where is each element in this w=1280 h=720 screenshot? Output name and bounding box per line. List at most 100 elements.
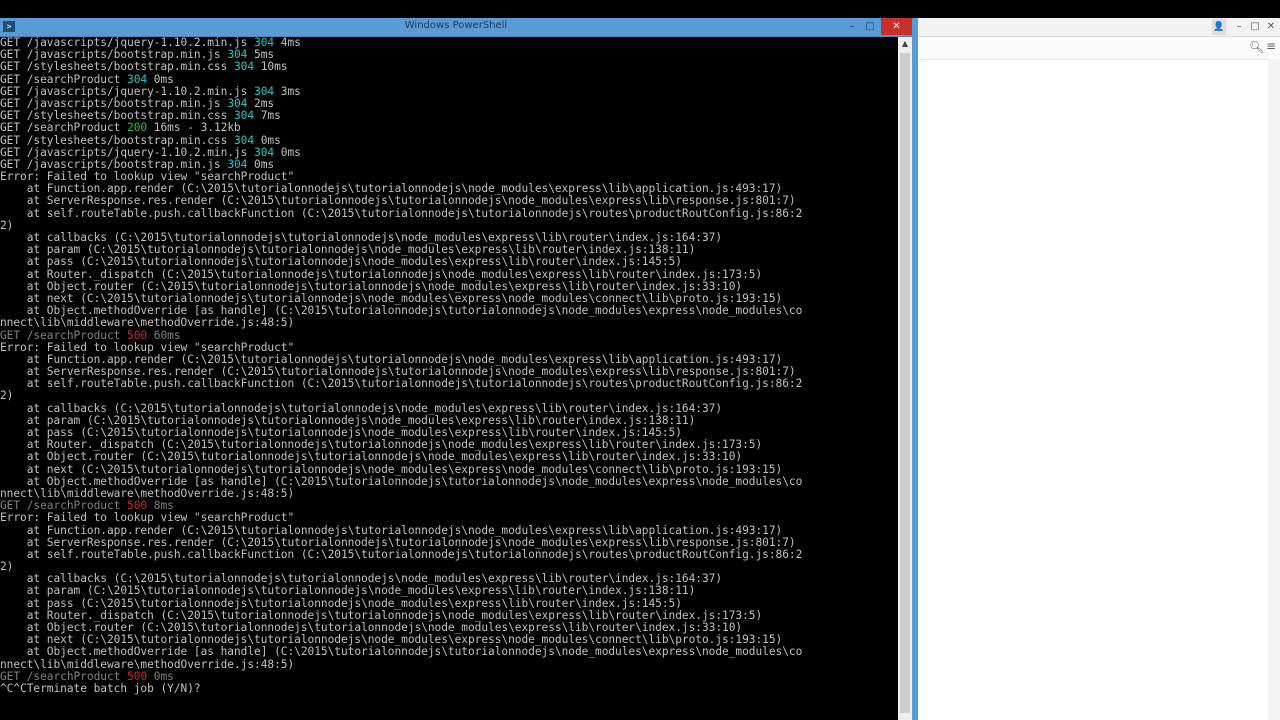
- status-code: 304: [254, 37, 275, 49]
- console-text: Error: Failed to lookup view "searchProd…: [0, 340, 295, 354]
- console-text: at ServerResponse.res.render (C:\2015\tu…: [0, 194, 796, 208]
- console-text: 60ms: [147, 328, 181, 342]
- console-text: nnect\lib\middleware\methodOverride.js:4…: [0, 657, 295, 671]
- console-text: at next (C:\2015\tutorialonnodejs\tutori…: [0, 633, 783, 647]
- console-text: at next (C:\2015\tutorialonnodejs\tutori…: [0, 462, 783, 476]
- console-text: at param (C:\2015\tutorialonnodejs\tutor…: [0, 243, 696, 257]
- console-text: at Router._dispatch (C:\2015\tutorialonn…: [0, 438, 763, 452]
- console-text: GET /javascripts/jquery-1.10.2.min.js: [0, 145, 255, 159]
- powershell-window[interactable]: > Windows PowerShell – □ ✕ GET /javascri…: [0, 18, 912, 720]
- status-code: 500: [127, 328, 148, 342]
- title-bar[interactable]: > Windows PowerShell – □ ✕: [0, 18, 912, 37]
- status-code: 304: [227, 48, 248, 62]
- console-text: Error: Failed to lookup view "searchProd…: [0, 170, 295, 184]
- console-text: 2ms: [247, 96, 275, 110]
- console-text: at Object.methodOverride [as handle] (C:…: [0, 474, 803, 488]
- console-text: at callbacks (C:\2015\tutorialonnodejs\t…: [0, 231, 723, 244]
- console-line: at self.routeTable.push.callbackFunction…: [0, 547, 898, 561]
- console-text: nnect\lib\middleware\methodOverride.js:4…: [0, 486, 295, 500]
- console-text: 16ms - 3.12kb: [147, 121, 241, 135]
- browser-minimize-button[interactable]: –: [1232, 19, 1246, 35]
- console-text: 2): [0, 560, 14, 574]
- console-text: at ServerResponse.res.render (C:\2015\tu…: [0, 365, 796, 379]
- console-text: GET /searchProduct: [0, 328, 128, 342]
- status-code: 304: [234, 133, 255, 147]
- console-text: nnect\lib\middleware\methodOverride.js:4…: [0, 316, 295, 330]
- console-text: GET /javascripts/jquery-1.10.2.min.js: [0, 37, 255, 49]
- console-text: at callbacks (C:\2015\tutorialonnodejs\t…: [0, 572, 723, 586]
- console-text: 2): [0, 389, 14, 403]
- console-text: at param (C:\2015\tutorialonnodejs\tutor…: [0, 413, 696, 427]
- console-text: GET /javascripts/bootstrap.min.js: [0, 48, 228, 62]
- console-text: at Router._dispatch (C:\2015\tutorialonn…: [0, 267, 763, 281]
- console-text: at Object.methodOverride [as handle] (C:…: [0, 304, 803, 318]
- console-text: at ServerResponse.res.render (C:\2015\tu…: [0, 535, 796, 549]
- console-text: 2): [0, 218, 14, 232]
- status-code: 304: [127, 72, 148, 86]
- browser-window[interactable]: 👤 – □ ✕ 🔍︎ ≡: [918, 18, 1280, 720]
- browser-toolbar: 🔍︎ ≡: [918, 37, 1280, 60]
- status-code: 200: [127, 121, 148, 135]
- console-line: ^C^CTerminate batch job (Y/N)?: [0, 681, 898, 695]
- maximize-button[interactable]: □: [862, 18, 878, 35]
- user-icon[interactable]: 👤: [1212, 19, 1226, 35]
- console-text: GET /stylesheets/bootstrap.min.css: [0, 109, 234, 123]
- console-text: at next (C:\2015\tutorialonnodejs\tutori…: [0, 291, 783, 305]
- status-code: 304: [227, 96, 248, 110]
- console-text: 0ms: [147, 72, 174, 86]
- console-text: at Object.router (C:\2015\tutorialonnode…: [0, 621, 743, 634]
- console-text: at Object.methodOverride [as handle] (C:…: [0, 645, 803, 659]
- console-text: at pass (C:\2015\tutorialonnodejs\tutori…: [0, 255, 682, 269]
- close-button[interactable]: ✕: [881, 18, 912, 35]
- console-text: at Object.router (C:\2015\tutorialonnode…: [0, 450, 743, 464]
- console-text: GET /searchProduct: [0, 499, 128, 513]
- console-text: at Function.app.render (C:\2015\tutorial…: [0, 523, 783, 537]
- console-text: 0ms: [274, 145, 301, 159]
- menu-icon[interactable]: ≡: [1266, 39, 1276, 53]
- window-title: Windows PowerShell: [404, 20, 508, 31]
- console-text: at self.routeTable.push.callbackFunction…: [0, 377, 803, 391]
- console-text: GET /javascripts/bootstrap.min.js: [0, 157, 228, 171]
- console-text: GET /searchProduct: [0, 72, 128, 86]
- console-text: at param (C:\2015\tutorialonnodejs\tutor…: [0, 584, 696, 598]
- browser-title-bar[interactable]: 👤 – □ ✕: [918, 18, 1280, 37]
- status-code: 304: [227, 157, 248, 171]
- console-text: 7ms: [254, 109, 281, 123]
- browser-maximize-button[interactable]: □: [1248, 19, 1262, 35]
- console-text: 0ms: [247, 157, 275, 171]
- console-text: 0ms: [254, 133, 281, 147]
- console-text: at Function.app.render (C:\2015\tutorial…: [0, 352, 783, 366]
- scroll-up-arrow-icon[interactable]: ▲: [898, 37, 912, 51]
- status-code: 304: [254, 84, 275, 98]
- console-text: 0ms: [147, 669, 174, 683]
- browser-close-button[interactable]: ✕: [1264, 19, 1278, 35]
- status-code: 304: [234, 109, 255, 123]
- console-text: 10ms: [254, 60, 288, 74]
- vertical-scrollbar[interactable]: ▲: [898, 37, 912, 720]
- console-text: at callbacks (C:\2015\tutorialonnodejs\t…: [0, 401, 723, 415]
- console-text: GET /stylesheets/bootstrap.min.css: [0, 133, 234, 147]
- status-code: 304: [254, 145, 275, 159]
- status-code: 304: [234, 60, 255, 74]
- console-text: ^C^CTerminate batch job (Y/N)?: [0, 681, 201, 695]
- console-text: GET /searchProduct: [0, 669, 128, 683]
- status-code: 500: [127, 499, 148, 513]
- zoom-icon[interactable]: 🔍︎: [1249, 40, 1264, 54]
- browser-scrollbar[interactable]: [1268, 59, 1280, 720]
- console-text: at Router._dispatch (C:\2015\tutorialonn…: [0, 608, 763, 622]
- console-text: GET /javascripts/bootstrap.min.js: [0, 96, 228, 110]
- minimize-button[interactable]: –: [844, 18, 860, 35]
- scrollbar-thumb[interactable]: [900, 53, 910, 713]
- status-code: 500: [127, 669, 148, 683]
- console-output[interactable]: GET /javascripts/jquery-1.10.2.min.js 30…: [0, 37, 898, 720]
- console-text: 5ms: [247, 48, 275, 62]
- console-text: at self.routeTable.push.callbackFunction…: [0, 206, 803, 220]
- console-line: at self.routeTable.push.callbackFunction…: [0, 378, 898, 390]
- console-text: Error: Failed to lookup view "searchProd…: [0, 511, 295, 525]
- console-text: 8ms: [147, 499, 174, 513]
- console-text: at pass (C:\2015\tutorialonnodejs\tutori…: [0, 596, 682, 610]
- console-text: at Function.app.render (C:\2015\tutorial…: [0, 182, 783, 196]
- console-text: at self.routeTable.push.callbackFunction…: [0, 547, 803, 561]
- console-line: at self.routeTable.push.callbackFunction…: [0, 206, 898, 220]
- console-text: 3ms: [274, 84, 301, 98]
